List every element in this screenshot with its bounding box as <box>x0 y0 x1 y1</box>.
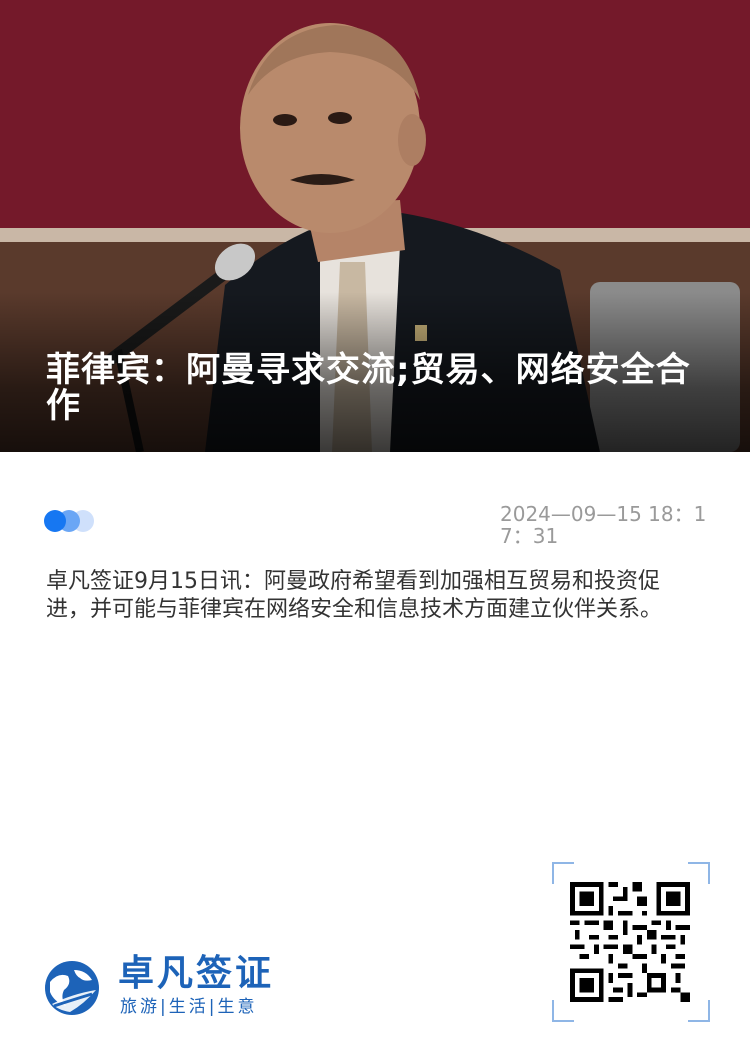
globe-logo-icon <box>45 961 99 1015</box>
article-headline: 菲律宾：阿曼寻求交流;贸易、网络安全合作 <box>46 350 691 426</box>
brand-logo: 卓凡签证 旅游|生活|生意 <box>44 952 344 1022</box>
frame-corner <box>552 862 574 884</box>
publish-timestamp: 2024—09—15 18：17：31 <box>500 502 707 548</box>
article-body: 卓凡签证9月15日讯：阿曼政府希望看到加强相互贸易和投资促进，并可能与菲律宾在网… <box>46 569 663 622</box>
brand-name: 卓凡签证 <box>118 953 275 994</box>
frame-corner <box>688 1000 710 1022</box>
qr-code-frame[interactable] <box>552 862 710 1022</box>
brand-tagline: 旅游|生活|生意 <box>120 997 258 1017</box>
frame-corner <box>552 1000 574 1022</box>
carousel-dots-icon <box>44 510 104 532</box>
hero-image: 菲律宾：阿曼寻求交流;贸易、网络安全合作 <box>0 0 750 452</box>
qr-code-icon[interactable] <box>570 882 690 1002</box>
frame-corner <box>688 862 710 884</box>
dot-primary <box>44 510 66 532</box>
